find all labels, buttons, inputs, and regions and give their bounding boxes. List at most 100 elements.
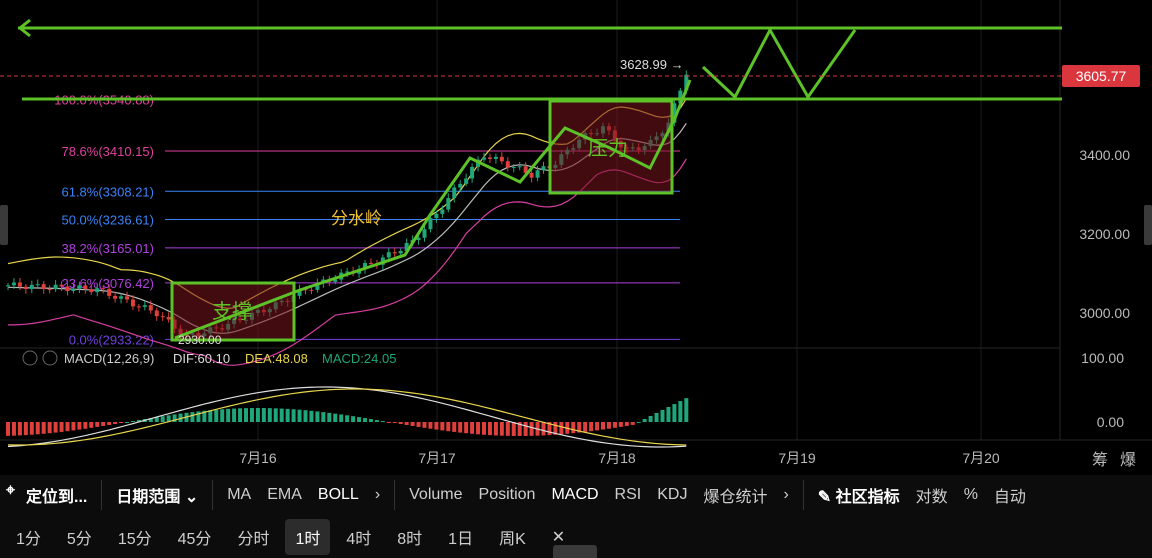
macd-bar	[595, 422, 600, 431]
sub-macd[interactable]: MACD	[543, 486, 606, 504]
sub-position[interactable]: Position	[471, 486, 544, 504]
macd-bar	[285, 408, 290, 422]
candle-body	[23, 286, 28, 290]
interval-timeline[interactable]: 分时	[227, 519, 279, 555]
macd-hist-value: MACD:24.05	[322, 351, 396, 366]
candle-body	[309, 289, 314, 291]
indicator-boll[interactable]: BOLL	[310, 486, 367, 504]
percent-toggle[interactable]: %	[956, 486, 986, 504]
date-tick: 7月17	[418, 450, 456, 466]
macd-bar	[606, 422, 611, 429]
interval-15m[interactable]: 15分	[108, 519, 162, 555]
bottom-expand-handle[interactable]	[553, 545, 597, 558]
candle-body	[458, 183, 463, 188]
auto-toggle[interactable]: 自动	[986, 483, 1034, 507]
candle-body	[398, 250, 403, 254]
chart-svg[interactable]: 100.0%(3540.88)78.6%(3410.15)61.8%(3308.…	[0, 0, 1152, 475]
right-collapse-handle[interactable]	[1144, 205, 1152, 245]
sub-kdj[interactable]: KDJ	[649, 486, 695, 504]
macd-bar	[618, 422, 623, 427]
macd-bar	[428, 422, 433, 429]
chart-area[interactable]: 100.0%(3540.88)78.6%(3410.15)61.8%(3308.…	[0, 0, 1152, 475]
candle-body	[499, 156, 504, 162]
macd-bar	[499, 422, 504, 436]
interval-1h[interactable]: 1时	[285, 518, 331, 555]
log-scale-toggle[interactable]: 对数	[908, 483, 956, 507]
min-price-label: 2930.00	[178, 333, 222, 347]
macd-bar	[71, 422, 76, 431]
macd-bar	[630, 422, 635, 425]
interval-1m[interactable]: 1分	[6, 519, 51, 555]
interval-8h[interactable]: 8时	[387, 519, 432, 555]
locate-button[interactable]: ⌖ 定位到...	[0, 482, 95, 507]
left-collapse-handle[interactable]	[0, 205, 8, 245]
candle-body	[386, 252, 391, 258]
macd-bar	[523, 422, 528, 436]
candle-body	[83, 285, 88, 290]
macd-bar	[452, 422, 457, 432]
macd-bar	[41, 422, 46, 434]
sub-liquidation[interactable]: 爆仓统计	[695, 483, 775, 507]
interval-5m[interactable]: 5分	[57, 519, 102, 555]
sub-rsi[interactable]: RSI	[607, 486, 650, 504]
candle-body	[136, 306, 141, 308]
sub-volume[interactable]: Volume	[401, 486, 470, 504]
macd-bar	[119, 422, 124, 423]
macd-bar	[125, 422, 129, 423]
macd-bar	[208, 410, 213, 422]
candle-body	[517, 166, 522, 168]
candle-body	[368, 263, 373, 265]
candle-body	[113, 295, 118, 299]
candle-body	[166, 317, 171, 320]
interval-1d[interactable]: 1日	[438, 519, 483, 555]
macd-bar	[464, 422, 469, 434]
candle-body	[529, 172, 534, 178]
macd-bar	[35, 422, 40, 435]
fib-label: 0.0%(2933.22)	[69, 332, 154, 347]
macd-panel: MACD(12,26,9) DIF:60.10 DEA:48.08 MACD:24.0…	[6, 350, 689, 448]
macd-bar	[511, 422, 516, 436]
macd-bar	[303, 410, 308, 422]
macd-bar	[190, 412, 195, 422]
chevron-right-icon[interactable]: ›	[775, 486, 796, 504]
candle-body	[487, 157, 492, 159]
candle-body	[17, 282, 22, 287]
macd-bar	[327, 412, 332, 422]
eye-icon	[42, 350, 58, 366]
macd-bar	[107, 422, 112, 425]
candle-body	[446, 198, 451, 210]
locate-icon: ⌖	[6, 482, 16, 499]
macd-bar	[648, 415, 653, 422]
date-range-dropdown[interactable]: 日期范围 ⌄	[108, 483, 206, 507]
macd-bar	[339, 414, 344, 422]
chevron-down-icon	[22, 350, 38, 366]
watershed-label: 分水岭	[331, 209, 382, 228]
macd-bar	[321, 412, 326, 422]
macd-bar	[89, 422, 94, 428]
macd-bar	[493, 422, 498, 436]
indicator-ema[interactable]: EMA	[259, 486, 310, 504]
community-indicators-button[interactable]: ✎ 社区指标	[810, 483, 908, 507]
candle-body	[125, 296, 129, 300]
macd-bar	[297, 409, 302, 422]
macd-bar	[249, 408, 254, 422]
interval-week[interactable]: 周K	[489, 519, 536, 555]
macd-bar	[434, 422, 439, 430]
candle-body	[65, 286, 70, 292]
macd-bar	[660, 409, 665, 422]
candle-body	[71, 288, 76, 292]
macd-dea-value: DEA:48.08	[245, 351, 308, 366]
macd-bar	[666, 406, 671, 422]
macd-bar	[380, 421, 385, 423]
price-tick: 3400.00	[1079, 147, 1130, 163]
interval-45m[interactable]: 45分	[168, 519, 222, 555]
chevron-right-icon[interactable]: ›	[367, 486, 388, 504]
candle-body	[541, 166, 546, 171]
macd-bar	[678, 401, 683, 422]
interval-4h[interactable]: 4时	[336, 519, 381, 555]
macd-bar	[279, 408, 284, 422]
indicator-ma[interactable]: MA	[219, 486, 259, 504]
macd-bar	[17, 422, 22, 436]
date-tick: 7月19	[778, 450, 816, 466]
macd-bar	[6, 422, 10, 436]
